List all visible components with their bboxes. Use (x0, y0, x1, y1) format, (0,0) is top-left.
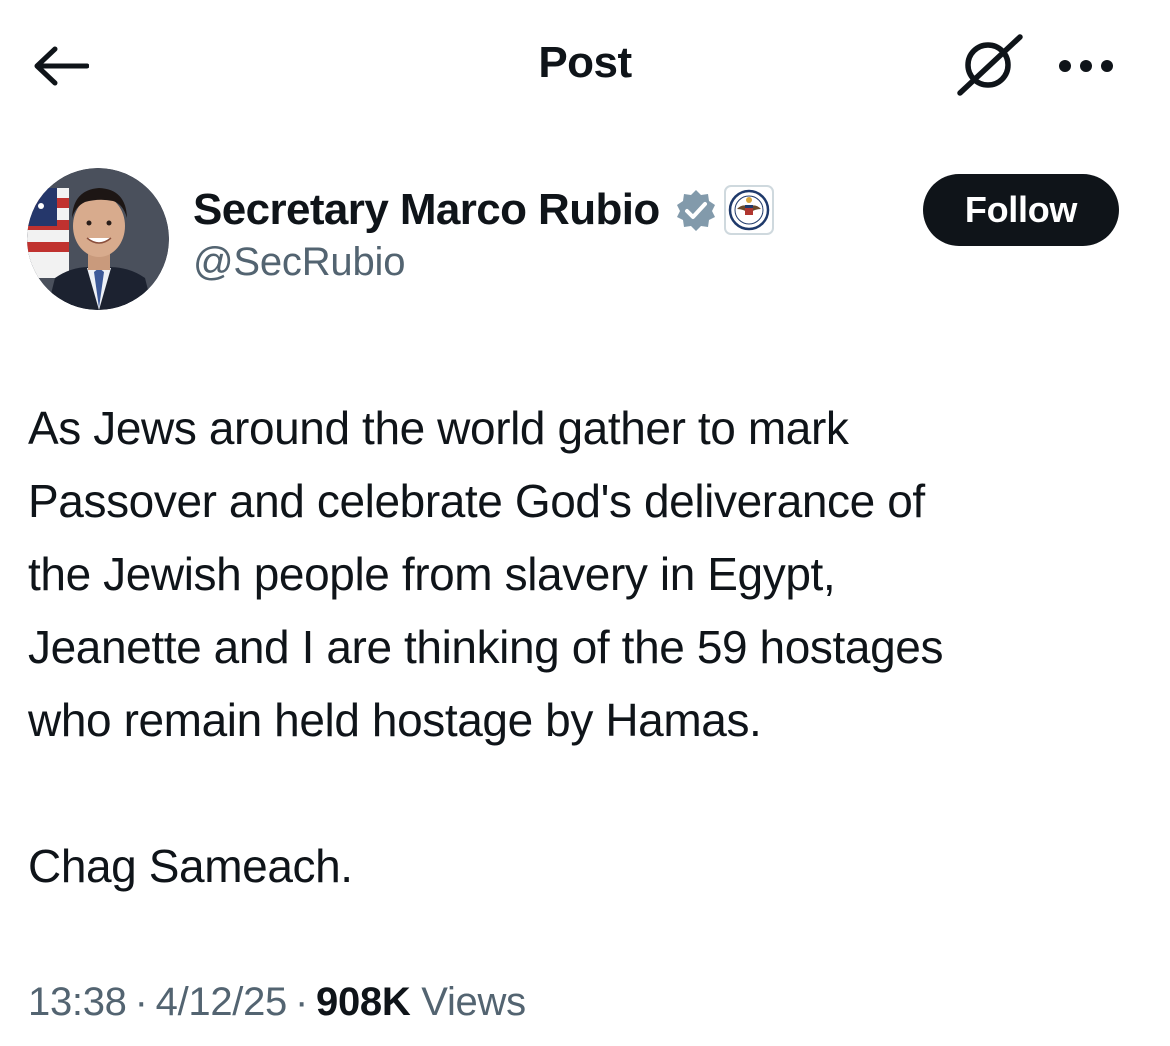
views-count[interactable]: 908K (316, 980, 411, 1024)
post-metadata: 13:38 · 4/12/25 · 908K Views (28, 980, 526, 1025)
post-text-line: Chag Sameach. (28, 840, 353, 892)
follow-button[interactable]: Follow (923, 174, 1119, 246)
post-text-line: Jeanette and I are thinking of the 59 ho… (28, 621, 944, 673)
post-text-line: Passover and celebrate God's deliverance… (28, 475, 925, 527)
avatar[interactable] (27, 168, 169, 310)
author-name-row: Secretary Marco Rubio (193, 182, 774, 238)
post-text-line: who remain held hostage by Hamas. (28, 694, 762, 746)
meta-separator: · (134, 980, 148, 1024)
author-info: Secretary Marco Rubio @SecRubio (193, 182, 774, 285)
meta-separator: · (295, 980, 309, 1024)
author-display-name[interactable]: Secretary Marco Rubio (193, 185, 660, 235)
post-text: As Jews around the world gather to mark … (28, 392, 1148, 903)
post-text-line: the Jewish people from slavery in Egypt, (28, 548, 836, 600)
more-options-button[interactable] (1050, 40, 1122, 96)
post-date[interactable]: 4/12/25 (156, 980, 288, 1024)
more-horizontal-icon (1056, 58, 1116, 79)
author-handle[interactable]: @SecRubio (193, 240, 774, 285)
state-department-seal-icon[interactable] (723, 185, 774, 235)
post-time[interactable]: 13:38 (28, 980, 127, 1024)
grok-icon (952, 31, 1028, 104)
views-label[interactable]: Views (421, 980, 526, 1024)
top-navigation-bar: Post (0, 0, 1170, 135)
grok-button[interactable] (950, 32, 1030, 102)
post-text-line: As Jews around the world gather to mark (28, 402, 849, 454)
verified-badge-icon[interactable] (674, 188, 718, 232)
